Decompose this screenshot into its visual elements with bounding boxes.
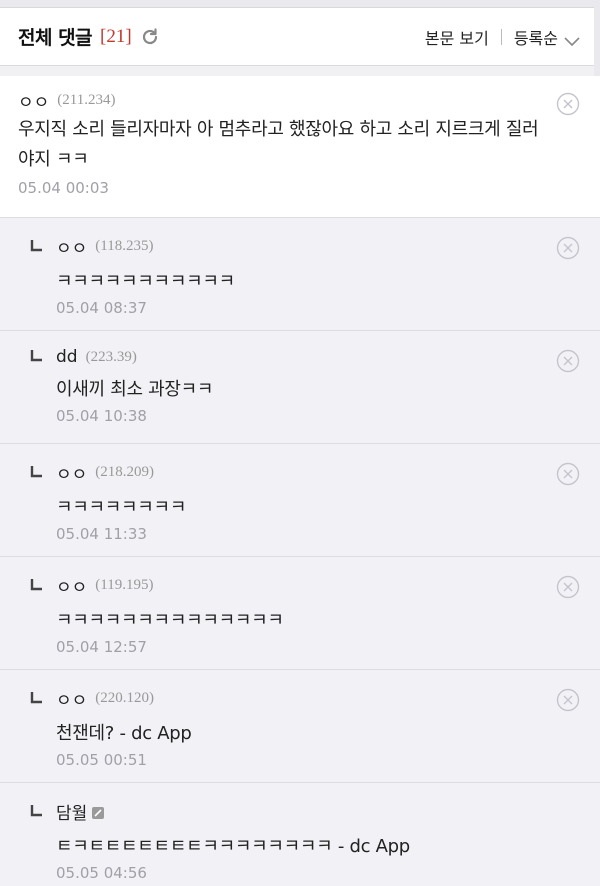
comment-text: 우지직 소리 들리자마자 아 멈추라고 했잖아요 하고 소리 지르크게 질러야지…: [18, 119, 539, 170]
reply-arrow-icon: [30, 803, 44, 817]
comment-date: 05.04 12:57: [56, 638, 147, 656]
close-icon[interactable]: [556, 462, 580, 486]
comment-nick[interactable]: 담월: [56, 799, 87, 824]
close-icon[interactable]: [556, 688, 580, 712]
sort-dropdown[interactable]: 등록순: [514, 25, 558, 49]
close-icon[interactable]: [556, 575, 580, 599]
comment-ip: (119.195): [95, 577, 154, 593]
comment-nick[interactable]: ㅇㅇ: [56, 686, 87, 711]
reply-item: ㅇㅇ (118.235) ㅋㅋㅋㅋㅋㅋㅋㅋㅋㅋㅋ 05.04 08:37: [0, 218, 600, 331]
comment-text: 천잰데? - dc App: [56, 723, 192, 744]
reply-arrow-icon: [30, 238, 44, 252]
comment-meta: ㅇㅇ (118.235): [30, 234, 540, 259]
chevron-down-icon[interactable]: [564, 32, 580, 46]
comment-text: ㅋㅋㅋㅋㅋㅋㅋㅋ: [56, 497, 187, 518]
reply-item: ㅇㅇ (220.120) 천잰데? - dc App 05.05 00:51: [0, 670, 600, 783]
comment-date: 05.04 10:38: [56, 407, 147, 425]
comment-date: 05.05 04:56: [56, 864, 147, 882]
comment-date: 05.04 11:33: [56, 525, 147, 543]
comment-date: 05.04 00:03: [18, 179, 109, 197]
header-left: 전체 댓글 [21]: [18, 23, 160, 50]
comment-meta: 담월: [30, 799, 540, 824]
close-icon[interactable]: [556, 349, 580, 373]
comment-ip: (211.234): [57, 92, 116, 108]
comment-ip: (220.120): [95, 690, 155, 706]
comment-ip: (223.39): [85, 348, 137, 365]
comment-text: ㅋㅋㅋㅋㅋㅋㅋㅋㅋㅋㅋㅋㅋㅋ: [56, 610, 284, 631]
comment-nick[interactable]: dd: [56, 347, 78, 367]
header-gap: [0, 66, 600, 76]
comment-nick[interactable]: ㅇㅇ: [18, 88, 49, 113]
comment-nick[interactable]: ㅇㅇ: [56, 234, 87, 259]
comment-nick[interactable]: ㅇㅇ: [56, 460, 87, 485]
reply-arrow-icon: [30, 690, 44, 704]
comment-date: 05.04 08:37: [56, 299, 147, 317]
close-icon[interactable]: [556, 92, 580, 116]
comment-item: ㅇㅇ (211.234) 우지직 소리 들리자마자 아 멈추라고 했잖아요 하고…: [0, 76, 600, 218]
comment-count: [21]: [100, 25, 132, 47]
reply-arrow-icon: [30, 577, 44, 591]
close-icon[interactable]: [556, 236, 580, 260]
reply-arrow-icon: [30, 464, 44, 478]
comment-list: ㅇㅇ (211.234) 우지직 소리 들리자마자 아 멈추라고 했잖아요 하고…: [0, 76, 600, 886]
comments-header: 전체 댓글 [21] 본문 보기 등록순: [0, 8, 600, 66]
comment-meta: ㅇㅇ (218.209): [30, 460, 540, 485]
comment-meta: ㅇㅇ (220.120): [30, 686, 540, 711]
header-right: 본문 보기 등록순: [425, 25, 580, 49]
reply-item: dd (223.39) 이새끼 최소 과장ㅋㅋ 05.04 10:38: [0, 331, 600, 444]
comment-ip: (218.209): [95, 464, 155, 480]
comment-date: 05.05 00:51: [56, 751, 147, 769]
comment-meta: ㅇㅇ (119.195): [30, 573, 540, 598]
reply-item: 담월 ㅌㅋㅌㅌㅌㅌㅌㅌㅌㅋㅋㅋㅋㅋㅋㅋㅋ - dc App 05.05 04:5…: [0, 783, 600, 886]
comment-meta: dd (223.39): [30, 347, 540, 367]
comment-text: 이새끼 최소 과장ㅋㅋ: [56, 379, 214, 400]
header-divider: [500, 28, 502, 45]
comment-nick[interactable]: ㅇㅇ: [56, 573, 87, 598]
reply-item: ㅇㅇ (218.209) ㅋㅋㅋㅋㅋㅋㅋㅋ 05.04 11:33: [0, 444, 600, 557]
fixed-nick-icon: [91, 805, 105, 819]
comment-text: ㅋㅋㅋㅋㅋㅋㅋㅋㅋㅋㅋ: [56, 271, 235, 292]
reply-arrow-icon: [30, 348, 44, 362]
view-post-button[interactable]: 본문 보기: [425, 25, 489, 49]
comment-text: ㅌㅋㅌㅌㅌㅌㅌㅌㅌㅋㅋㅋㅋㅋㅋㅋㅋ - dc App: [56, 836, 410, 857]
refresh-icon[interactable]: [140, 27, 160, 47]
top-strip: [0, 0, 600, 8]
comments-title: 전체 댓글: [18, 27, 93, 49]
scrollbar[interactable]: [594, 0, 600, 80]
comment-ip: (118.235): [95, 238, 154, 254]
comment-meta: ㅇㅇ (211.234): [18, 88, 540, 113]
reply-item: ㅇㅇ (119.195) ㅋㅋㅋㅋㅋㅋㅋㅋㅋㅋㅋㅋㅋㅋ 05.04 12:57: [0, 557, 600, 670]
